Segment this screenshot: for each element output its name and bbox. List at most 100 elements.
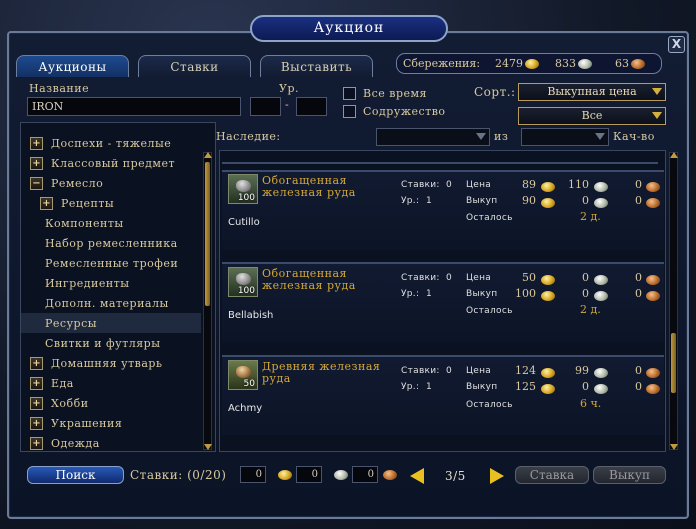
sort-filter-value: Все (581, 109, 603, 122)
expand-icon[interactable]: + (30, 377, 43, 390)
sort-filter-dropdown[interactable]: Все (518, 107, 666, 125)
collapse-icon[interactable]: − (30, 177, 43, 190)
bid-button[interactable]: Ставка (515, 466, 589, 484)
level-label: Ур.: (401, 196, 420, 206)
level-value: 1 (426, 289, 433, 299)
buyout-copper: 0 (635, 194, 642, 207)
category-item-selected[interactable]: Ресурсы (45, 317, 97, 330)
all-time-label: Все время (363, 87, 427, 100)
seller-name: Achmy (228, 403, 263, 414)
expand-icon[interactable]: + (40, 197, 53, 210)
category-item[interactable]: Компоненты (45, 217, 124, 230)
bid-silver-input[interactable]: 0 (296, 466, 322, 483)
expand-icon[interactable]: + (30, 357, 43, 370)
expand-icon[interactable]: + (30, 137, 43, 150)
category-item[interactable]: Украшения (51, 417, 122, 430)
listing-divider (222, 152, 658, 164)
copper-coin-icon (646, 291, 660, 301)
tab-bids[interactable]: Ставки (138, 55, 251, 77)
buyout-gold: 90 (522, 194, 536, 207)
copper-coin-icon (646, 368, 660, 378)
category-item[interactable]: Классовый предмет (51, 157, 175, 170)
rock-icon (236, 273, 251, 285)
price-gold: 50 (522, 271, 536, 284)
silver-coin-icon (594, 275, 608, 285)
level-value: 1 (426, 196, 433, 206)
legacy-dropdown[interactable] (376, 128, 490, 146)
buyout-label: Выкуп (466, 289, 498, 299)
scroll-thumb[interactable] (205, 162, 210, 306)
fellowship-label: Содружество (363, 105, 446, 118)
category-item[interactable]: Набор ремесленника (45, 237, 178, 250)
scroll-thumb[interactable] (671, 333, 676, 393)
tab-list-item[interactable]: Выставить (260, 55, 373, 77)
all-time-checkbox[interactable] (343, 87, 356, 100)
scroll-down-icon[interactable] (204, 444, 212, 450)
tab-auctions[interactable]: Аукционы (16, 55, 129, 77)
scroll-down-icon[interactable] (670, 444, 678, 450)
expand-icon[interactable]: + (30, 157, 43, 170)
copper-coin-icon (646, 275, 660, 285)
savings-label: Сбережения: (403, 57, 481, 70)
category-item[interactable]: Еда (51, 377, 74, 390)
category-item[interactable]: Ремесло (51, 177, 103, 190)
category-item[interactable]: Рецепты (61, 197, 114, 210)
category-item[interactable]: Домашняя утварь (51, 357, 162, 370)
category-item[interactable]: Хобби (51, 397, 89, 410)
category-item[interactable]: Ремесленные трофеи (45, 257, 178, 270)
legacy-to-dropdown[interactable] (521, 128, 609, 146)
bid-gold-input[interactable]: 0 (240, 466, 266, 483)
price-gold: 124 (515, 364, 536, 377)
price-copper: 0 (635, 364, 642, 377)
name-input[interactable]: IRON (27, 97, 241, 116)
next-page-icon[interactable] (490, 468, 504, 484)
fellowship-checkbox[interactable] (343, 105, 356, 118)
rock-icon (236, 180, 251, 192)
gold-coin-icon (541, 182, 555, 192)
category-item[interactable]: Свитки и футляры (45, 337, 160, 350)
close-button[interactable]: X (668, 36, 685, 53)
copper-coin-icon (646, 198, 660, 208)
scroll-up-icon[interactable] (670, 152, 678, 158)
price-gold: 89 (522, 178, 536, 191)
buyout-label: Выкуп (466, 196, 498, 206)
ancient-ore-item-icon[interactable]: 50 (228, 360, 258, 390)
price-label: Цена (466, 273, 492, 283)
category-scrollbar[interactable] (203, 152, 212, 450)
category-item[interactable]: Одежда (51, 437, 100, 450)
buyout-button[interactable]: Выкуп (593, 466, 666, 484)
category-item[interactable]: Ингредиенты (45, 277, 130, 290)
category-item[interactable]: Доспехи - тяжелые (51, 137, 171, 150)
listings-scrollbar[interactable] (669, 152, 678, 450)
scroll-up-icon[interactable] (204, 152, 212, 158)
price-silver: 110 (568, 178, 589, 191)
buyout-silver: 0 (582, 380, 589, 393)
price-label: Цена (466, 366, 492, 376)
gold-coin-icon (541, 291, 555, 301)
prev-page-icon[interactable] (410, 468, 424, 484)
chevron-down-icon (476, 133, 486, 140)
savings-display: Сбережения: 2479 833 63 (396, 53, 662, 74)
ore-item-icon[interactable]: 100 (228, 267, 258, 297)
savings-gold: 2479 (495, 54, 539, 73)
expand-icon[interactable]: + (30, 437, 43, 450)
from-label: из (494, 130, 509, 143)
level-to-input[interactable] (296, 97, 327, 116)
ore-item-icon[interactable]: 100 (228, 174, 258, 204)
sort-dropdown[interactable]: Выкупная цена (518, 83, 666, 101)
expand-icon[interactable]: + (30, 417, 43, 430)
category-item[interactable]: Дополн. материалы (45, 297, 169, 310)
search-button[interactable]: Поиск (27, 466, 124, 484)
buyout-silver: 0 (582, 287, 589, 300)
bid-copper-input[interactable]: 0 (352, 466, 378, 483)
legacy-label: Наследие: (216, 130, 281, 143)
item-name: Древняя железная руда (262, 360, 381, 385)
level-from-input[interactable] (250, 97, 281, 116)
sort-label: Сорт.: (474, 85, 516, 99)
level-value: 1 (426, 382, 433, 392)
price-label: Цена (466, 180, 492, 190)
seller-name: Cutillo (228, 217, 260, 228)
silver-coin-icon (334, 470, 348, 480)
buyout-silver: 0 (582, 194, 589, 207)
expand-icon[interactable]: + (30, 397, 43, 410)
